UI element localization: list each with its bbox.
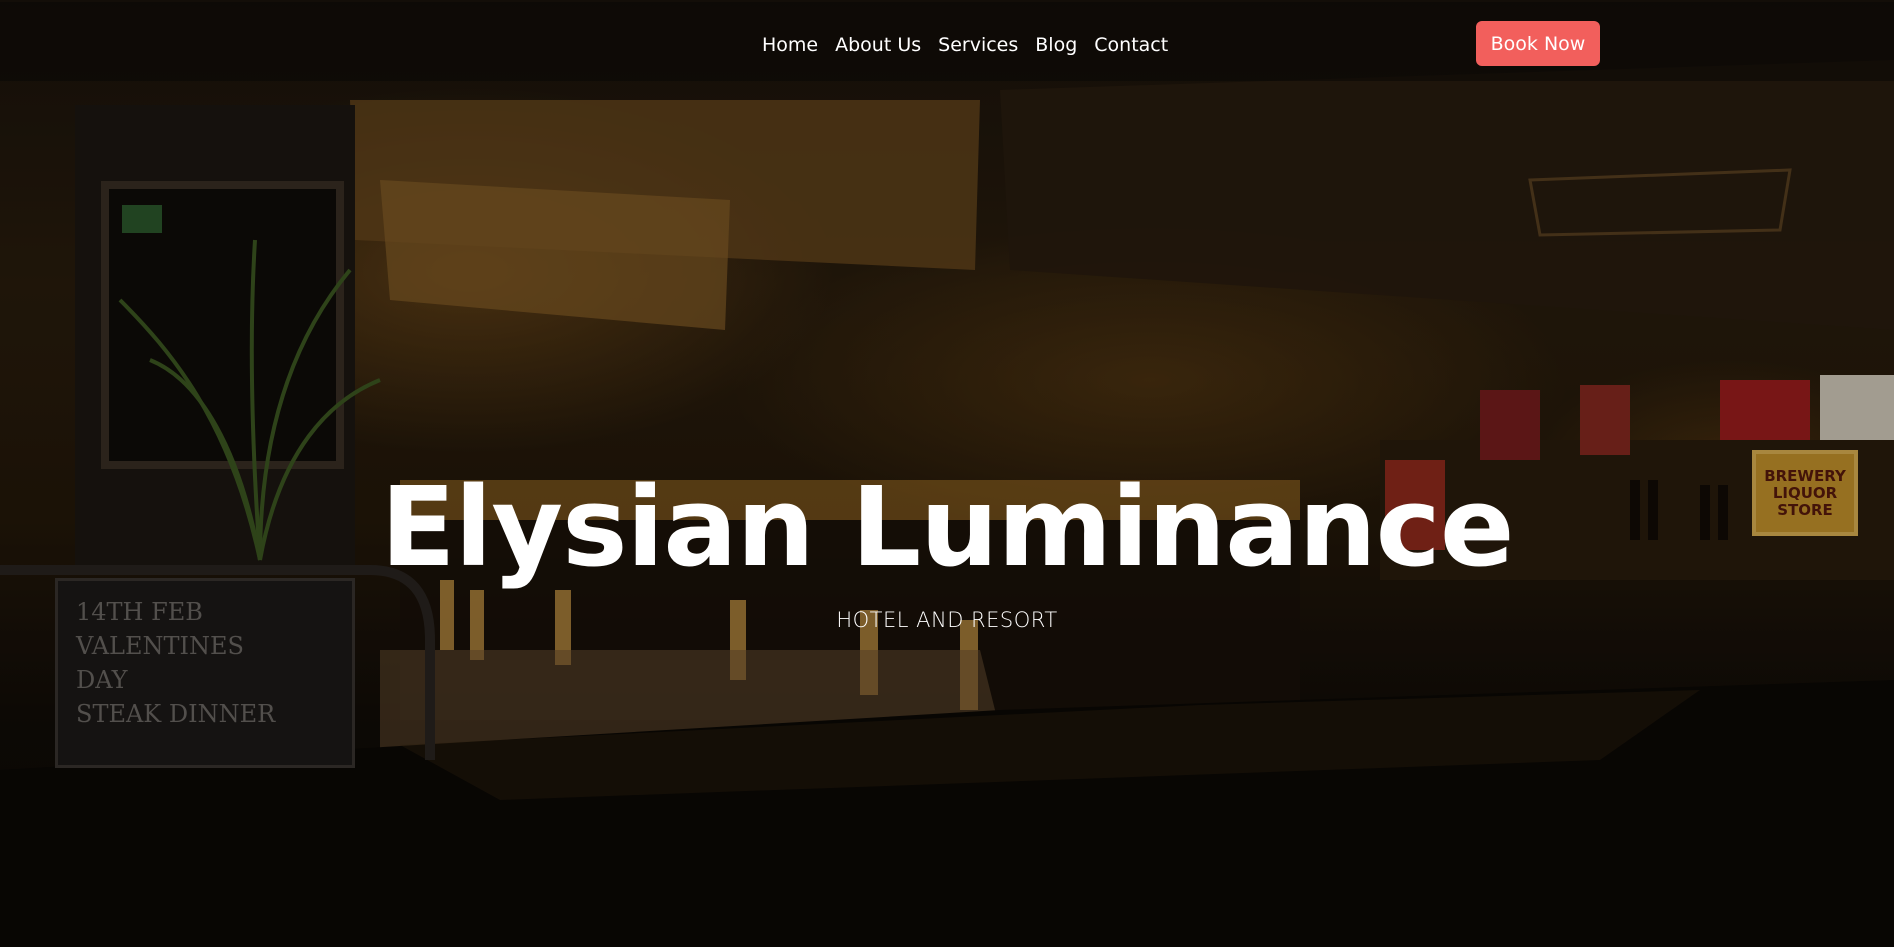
book-now-button[interactable]: Book Now xyxy=(1476,21,1600,66)
nav-link-blog[interactable]: Blog xyxy=(1035,33,1077,57)
top-navbar: Home About Us Services Blog Contact Book… xyxy=(0,2,1894,81)
nav-link-home[interactable]: Home xyxy=(762,33,818,57)
nav-link-about-us[interactable]: About Us xyxy=(835,33,921,57)
hero-title: Elysian Luminance xyxy=(380,463,1515,591)
nav-links: Home About Us Services Blog Contact xyxy=(762,33,1185,57)
nav-link-contact[interactable]: Contact xyxy=(1094,33,1168,57)
hero-section: 14TH FEB VALENTINES DAY STEAK DINNER BRE… xyxy=(0,0,1894,947)
nav-link-services[interactable]: Services xyxy=(938,33,1018,57)
hero-subtitle: HOTEL AND RESORT xyxy=(836,608,1058,632)
